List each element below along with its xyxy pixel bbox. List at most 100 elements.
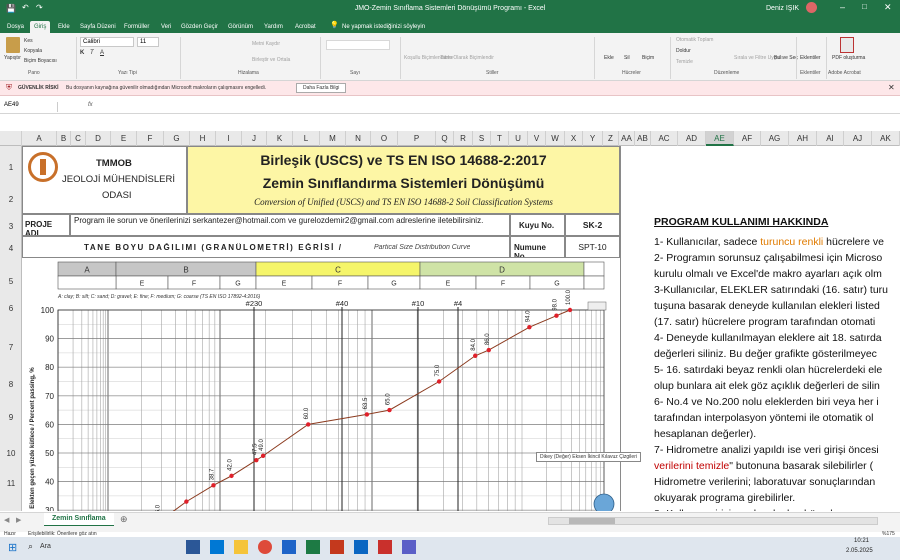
column-header[interactable]: Y xyxy=(583,131,603,146)
column-header[interactable]: K xyxy=(267,131,293,146)
column-header[interactable]: E xyxy=(111,131,137,146)
column-header[interactable]: AF xyxy=(734,131,761,146)
column-header[interactable]: C xyxy=(71,131,86,146)
grading-chart[interactable]: A B C D E F G E F G E F G A: clay; B: silt; C: sand; … xyxy=(22,258,620,511)
column-header[interactable]: L xyxy=(293,131,320,146)
format-as-table-button[interactable]: Tablo Olarak Biçimlendir xyxy=(440,55,494,61)
add-sheet-icon[interactable]: ⊕ xyxy=(120,514,128,525)
tab-dosya[interactable]: Dosya xyxy=(3,21,28,33)
fill-button[interactable]: Doldur xyxy=(676,48,691,54)
tab-acrobat[interactable]: Acrobat xyxy=(291,21,320,33)
outlook-icon[interactable] xyxy=(354,540,368,554)
cut-button[interactable]: Kes xyxy=(24,38,33,44)
word-icon[interactable] xyxy=(282,540,296,554)
underline-button[interactable]: A xyxy=(100,50,104,56)
select-all-corner[interactable] xyxy=(0,131,22,146)
column-header[interactable]: AJ xyxy=(844,131,872,146)
prev-sheet-icon[interactable]: ◀ xyxy=(4,516,9,524)
column-header[interactable]: X xyxy=(565,131,583,146)
row-header[interactable]: 3 xyxy=(0,222,22,231)
name-box[interactable]: AE49 xyxy=(2,102,58,112)
column-header[interactable]: H xyxy=(190,131,216,146)
row-header[interactable]: 2 xyxy=(0,195,22,204)
tab-veri[interactable]: Veri xyxy=(157,21,175,33)
row-header[interactable]: 5 xyxy=(0,277,22,286)
column-header[interactable]: Q xyxy=(436,131,454,146)
horizontal-scrollbar[interactable] xyxy=(548,517,878,525)
tab-ekle[interactable]: Ekle xyxy=(54,21,74,33)
bold-button[interactable]: K xyxy=(80,50,84,56)
row-header[interactable]: 8 xyxy=(0,380,22,389)
excel-icon[interactable] xyxy=(306,540,320,554)
autosum-button[interactable]: Otomatik Toplam xyxy=(676,37,713,43)
next-sheet-icon[interactable]: ▶ xyxy=(16,516,21,524)
row-header[interactable]: 10 xyxy=(0,449,22,458)
column-header[interactable]: M xyxy=(320,131,346,146)
format-cells-button[interactable]: Biçim xyxy=(642,55,654,61)
column-header[interactable]: AB xyxy=(635,131,651,146)
row-header[interactable]: 4 xyxy=(0,244,22,253)
font-name-select[interactable]: Calibri xyxy=(80,37,134,47)
explorer-icon[interactable] xyxy=(234,540,248,554)
clear-button[interactable]: Temizle xyxy=(676,59,693,65)
column-header[interactable]: G xyxy=(164,131,190,146)
row-header[interactable]: 9 xyxy=(0,413,22,422)
column-header[interactable]: B xyxy=(57,131,71,146)
paste-button[interactable]: Yapıştır xyxy=(4,55,21,61)
search-icon[interactable]: ⌕ xyxy=(28,541,33,552)
teams-icon[interactable] xyxy=(402,540,416,554)
sheet-tab-zemin[interactable]: Zemin Sınıflama xyxy=(44,513,114,527)
column-header[interactable]: AG xyxy=(761,131,789,146)
close-bar-icon[interactable]: ✕ xyxy=(888,83,895,92)
paste-icon[interactable] xyxy=(6,37,20,53)
tab-gozden-gecir[interactable]: Gözden Geçir xyxy=(177,21,222,33)
copy-button[interactable]: Kopyala xyxy=(24,48,42,54)
column-header[interactable]: A xyxy=(22,131,57,146)
number-format-select[interactable] xyxy=(326,40,390,50)
row-header[interactable]: 11 xyxy=(0,479,22,488)
column-header[interactable]: S xyxy=(473,131,491,146)
windows-start-icon[interactable]: ⊞ xyxy=(8,541,17,554)
column-header[interactable]: U xyxy=(509,131,528,146)
row-header[interactable]: 7 xyxy=(0,343,22,352)
taskbar-search[interactable]: Ara xyxy=(40,543,51,550)
worksheet[interactable]: TMMOB JEOLOJİ MÜHENDİSLERİ ODASI Birleşi… xyxy=(22,146,620,511)
column-header[interactable]: AH xyxy=(789,131,817,146)
column-header[interactable]: D xyxy=(86,131,111,146)
insert-cells-button[interactable]: Ekle xyxy=(604,55,614,61)
tab-gorunum[interactable]: Görünüm xyxy=(224,21,257,33)
column-header[interactable]: AK xyxy=(872,131,900,146)
formula-input[interactable] xyxy=(104,102,894,112)
column-header[interactable]: T xyxy=(491,131,509,146)
proje-text[interactable]: Program ile sorun ve önerilerinizi serka… xyxy=(70,214,510,236)
fx-icon[interactable]: fx xyxy=(88,102,93,108)
zoom-level[interactable]: %175 xyxy=(882,531,895,537)
column-header[interactable]: W xyxy=(546,131,565,146)
column-header[interactable]: N xyxy=(346,131,371,146)
clock-time[interactable]: 10:21 xyxy=(854,538,869,544)
tell-me-box[interactable]: Ne yapmak istediğinizi söyleyin xyxy=(338,21,429,33)
maximize-icon[interactable]: □ xyxy=(862,2,867,11)
column-header[interactable]: F xyxy=(137,131,164,146)
format-painter-button[interactable]: Biçim Boyacısı xyxy=(24,58,57,64)
column-header[interactable]: I xyxy=(216,131,242,146)
column-header[interactable]: AA xyxy=(619,131,635,146)
column-header[interactable]: R xyxy=(454,131,473,146)
font-size-select[interactable]: 11 xyxy=(137,37,159,47)
powerpoint-icon[interactable] xyxy=(330,540,344,554)
kuyu-value[interactable]: SK-2 xyxy=(565,214,620,236)
clock-date[interactable]: 2.05.2025 xyxy=(846,548,873,554)
chrome-icon[interactable] xyxy=(258,540,272,554)
tab-yardim[interactable]: Yardım xyxy=(260,21,287,33)
pdf-icon[interactable] xyxy=(840,37,854,53)
column-header[interactable]: AI xyxy=(817,131,844,146)
row-header[interactable]: 6 xyxy=(0,304,22,313)
acrobat-icon[interactable] xyxy=(378,540,392,554)
column-header[interactable]: O xyxy=(371,131,398,146)
column-header[interactable]: AD xyxy=(678,131,706,146)
merge-center-button[interactable]: Birleştir ve Ortala xyxy=(252,57,290,63)
column-header[interactable]: V xyxy=(528,131,546,146)
avatar[interactable] xyxy=(806,2,817,13)
accessibility-status[interactable]: Erişilebilirlik: Önerilere göz atın xyxy=(28,531,97,537)
minimize-icon[interactable]: – xyxy=(840,2,845,12)
